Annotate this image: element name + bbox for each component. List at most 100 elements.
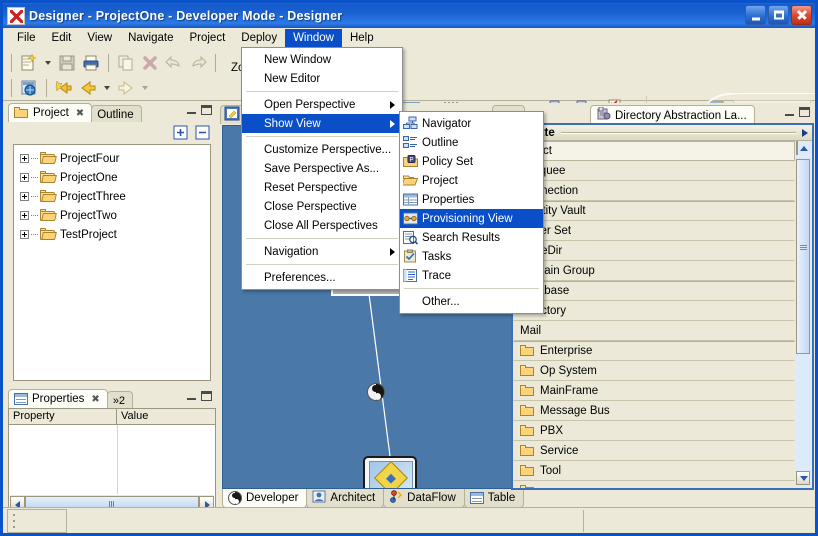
menu-project[interactable]: Project	[181, 29, 233, 48]
tree-item-projecttwo[interactable]: ProjectTwo	[14, 206, 210, 225]
scroll-down-icon[interactable]	[796, 471, 810, 485]
tab-developer[interactable]: Developer	[222, 489, 307, 508]
menu-item-close-perspective[interactable]: Close Perspective	[242, 197, 402, 216]
tab-outline[interactable]: Outline	[91, 105, 141, 123]
expand-all-icon[interactable]	[173, 125, 188, 143]
forward-arrow-icon[interactable]	[115, 77, 137, 99]
tab-dataflow[interactable]: DataFlow	[383, 489, 465, 508]
project-tree[interactable]: ProjectFour ProjectOne ProjectThree	[13, 144, 211, 381]
palette-item-driver-set[interactable]: Driver Set	[513, 221, 795, 241]
palette-item-partial[interactable]	[513, 481, 795, 488]
yinyang-connector[interactable]	[367, 383, 385, 401]
palette-item-directory[interactable]: Directory	[513, 301, 795, 321]
menu-item-customize-perspective[interactable]: Customize Perspective...	[242, 140, 402, 159]
palette-item-database[interactable]: Database	[513, 281, 795, 301]
menu-item-navigation[interactable]: Navigation	[242, 242, 402, 261]
close-icon[interactable]: ✖	[76, 108, 84, 119]
menu-item-save-perspective-as[interactable]: Save Perspective As...	[242, 159, 402, 178]
print-icon[interactable]	[80, 52, 102, 74]
tab-architect[interactable]: Architect	[306, 489, 384, 508]
palette-item-pbx[interactable]: PBX	[513, 421, 795, 441]
tab-project[interactable]: Project ✖	[8, 103, 92, 122]
palette-item-select[interactable]: Select	[513, 141, 795, 161]
expand-icon[interactable]	[20, 173, 29, 182]
menu-view[interactable]: View	[79, 29, 120, 48]
menu-edit[interactable]: Edit	[44, 29, 80, 48]
scroll-up-icon[interactable]	[796, 141, 798, 155]
palette-item-connection[interactable]: Connection	[513, 181, 795, 201]
show-view-submenu[interactable]: Navigator Outline P Policy Set Project	[399, 111, 544, 314]
expand-icon[interactable]	[20, 230, 29, 239]
close-icon[interactable]: ✖	[91, 394, 99, 405]
menu-item-new-window[interactable]: New Window	[242, 50, 402, 69]
menu-item-reset-perspective[interactable]: Reset Perspective	[242, 178, 402, 197]
maximize-view-icon[interactable]	[799, 107, 810, 117]
menu-file[interactable]: File	[9, 29, 44, 48]
expand-icon[interactable]	[20, 154, 29, 163]
undo-icon[interactable]	[163, 52, 185, 74]
palette-item-tool[interactable]: Tool	[513, 461, 795, 481]
palette-item-op-system[interactable]: Op System	[513, 361, 795, 381]
palette-item-mail[interactable]: Mail	[513, 321, 795, 341]
status-resize-handle[interactable]	[7, 509, 67, 533]
minimize-button[interactable]	[745, 5, 766, 25]
driver-node[interactable]	[363, 456, 417, 489]
minimize-view-icon[interactable]	[186, 392, 197, 401]
palette-item-domain-group[interactable]: Domain Group	[513, 261, 795, 281]
back-history-icon[interactable]	[53, 77, 75, 99]
properties-table[interactable]: Property Value	[8, 408, 216, 513]
menu-item-project[interactable]: Project	[400, 171, 543, 190]
save-icon[interactable]	[56, 52, 78, 74]
minimize-view-icon[interactable]	[784, 108, 795, 117]
palette-list[interactable]: Select Marquee Connection Identity Vault…	[513, 141, 795, 488]
palette-item-dir2edir[interactable]: Dir2eDir	[513, 241, 795, 261]
forward-dropdown-icon[interactable]	[142, 86, 148, 90]
menu-item-new-editor[interactable]: New Editor	[242, 69, 402, 88]
collapse-all-icon[interactable]	[195, 125, 210, 143]
menu-window[interactable]: Window	[285, 29, 342, 48]
menu-item-tasks[interactable]: Tasks	[400, 247, 543, 266]
menu-navigate[interactable]: Navigate	[120, 29, 181, 48]
menu-item-show-view[interactable]: Show View	[242, 114, 402, 133]
tree-item-projectthree[interactable]: ProjectThree	[14, 187, 210, 206]
scroll-thumb[interactable]	[796, 159, 810, 354]
menu-item-provisioning-view[interactable]: Provisioning View	[400, 209, 543, 228]
palette-item-message-bus[interactable]: Message Bus	[513, 401, 795, 421]
column-header-value[interactable]: Value	[117, 409, 215, 424]
tree-item-testproject[interactable]: TestProject	[14, 225, 210, 244]
palette-vscrollbar[interactable]	[795, 142, 811, 487]
menu-item-preferences[interactable]: Preferences...	[242, 268, 402, 287]
delete-icon[interactable]	[139, 52, 161, 74]
tree-item-projectone[interactable]: ProjectOne	[14, 168, 210, 187]
palette-item-service[interactable]: Service	[513, 441, 795, 461]
maximize-view-icon[interactable]	[201, 391, 212, 401]
menu-item-properties[interactable]: Properties	[400, 190, 543, 209]
new-file-icon[interactable]	[18, 52, 40, 74]
expand-icon[interactable]	[20, 211, 29, 220]
menu-item-outline[interactable]: Outline	[400, 133, 543, 152]
tab-directory-abstraction-layer[interactable]: Directory Abstraction La...	[590, 105, 755, 125]
menu-deploy[interactable]: Deploy	[233, 29, 285, 48]
tree-item-projectfour[interactable]: ProjectFour	[14, 149, 210, 168]
menu-item-search-results[interactable]: Search Results	[400, 228, 543, 247]
new-file-dropdown-icon[interactable]	[45, 61, 51, 65]
palette-item-identity-vault[interactable]: Identity Vault	[513, 201, 795, 221]
menu-item-navigator[interactable]: Navigator	[400, 114, 543, 133]
minimize-view-icon[interactable]	[186, 106, 197, 115]
maximize-button[interactable]	[768, 5, 789, 25]
palette-item-mainframe[interactable]: MainFrame	[513, 381, 795, 401]
menu-item-open-perspective[interactable]: Open Perspective	[242, 95, 402, 114]
maximize-view-icon[interactable]	[201, 105, 212, 115]
tab-table[interactable]: Table	[464, 489, 525, 508]
tab-properties[interactable]: Properties ✖	[8, 389, 108, 408]
tab-more-views[interactable]: »2	[107, 391, 133, 409]
redo-icon[interactable]	[187, 52, 209, 74]
close-button[interactable]	[791, 5, 812, 25]
menu-help[interactable]: Help	[342, 29, 382, 48]
palette-item-enterprise[interactable]: Enterprise	[513, 341, 795, 361]
window-menu-dropdown[interactable]: New Window New Editor Open Perspective S…	[241, 47, 403, 290]
menu-item-other[interactable]: Other...	[400, 292, 543, 311]
expand-icon[interactable]	[20, 192, 29, 201]
copy-icon[interactable]	[115, 52, 137, 74]
back-arrow-icon[interactable]	[77, 77, 99, 99]
